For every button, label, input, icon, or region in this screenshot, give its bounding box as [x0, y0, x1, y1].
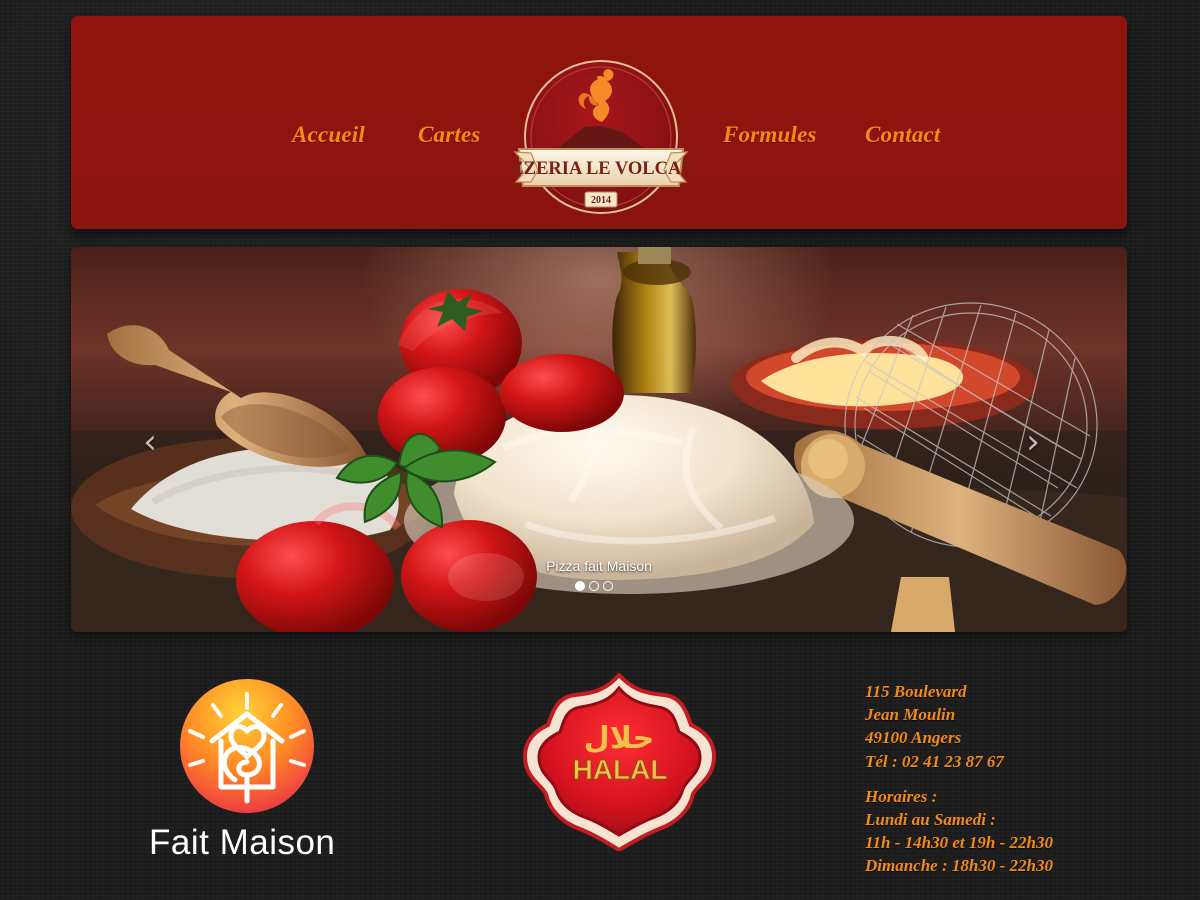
slide-indicator-3[interactable]	[603, 581, 613, 591]
contact-spacer	[865, 773, 1085, 785]
previous-slide-button[interactable]: ‹	[136, 424, 164, 460]
address-line-2: Jean Moulin	[865, 705, 956, 725]
slide-indicator-1[interactable]	[575, 581, 585, 591]
site-header: Accueil Cartes PIZZERIA LE VOLCANO 2014 …	[71, 16, 1127, 229]
nav-formules[interactable]: Formules	[723, 122, 817, 148]
pizza-ingredients-image	[71, 247, 1127, 632]
halal-arabic-text: حلال	[584, 721, 654, 756]
address-line-3: 49100 Angers	[865, 728, 962, 748]
carousel-indicators	[575, 581, 613, 595]
hours-title: Horaires :	[865, 786, 938, 806]
phone-number[interactable]: Tél : 02 41 23 87 67	[865, 750, 1085, 773]
image-carousel: ‹ › Pizza fait Maison	[71, 247, 1127, 632]
next-slide-button[interactable]: ›	[1019, 424, 1047, 460]
nav-contact[interactable]: Contact	[865, 122, 941, 148]
logo-year: 2014	[591, 195, 611, 206]
chevron-right-icon: ›	[1026, 422, 1040, 462]
nav-accueil[interactable]: Accueil	[292, 122, 365, 148]
address-line-1: 115 Boulevard	[865, 682, 967, 701]
pizzeria-logo[interactable]: PIZZERIA LE VOLCANO 2014	[511, 58, 691, 218]
slide-caption: Pizza fait Maison	[546, 558, 652, 574]
sunday-hours: Dimanche : 18h30 - 22h30	[865, 856, 1053, 876]
halal-label: HALAL	[573, 754, 668, 785]
halal-badge: حلال HALAL	[522, 673, 717, 851]
chevron-left-icon: ‹	[143, 422, 157, 462]
weekday-hours: 11h - 14h30 et 19h - 22h30	[865, 833, 1053, 853]
nav-cartes[interactable]: Cartes	[418, 122, 481, 148]
slide-indicator-2[interactable]	[589, 581, 599, 591]
contact-information: 115 Boulevard Jean Moulin 49100 Angers T…	[865, 680, 1085, 878]
weekday-title: Lundi au Samedi :	[865, 810, 996, 830]
logo-name: PIZZERIA LE VOLCANO	[511, 159, 691, 179]
fait-maison-label: Fait Maison	[149, 823, 336, 862]
